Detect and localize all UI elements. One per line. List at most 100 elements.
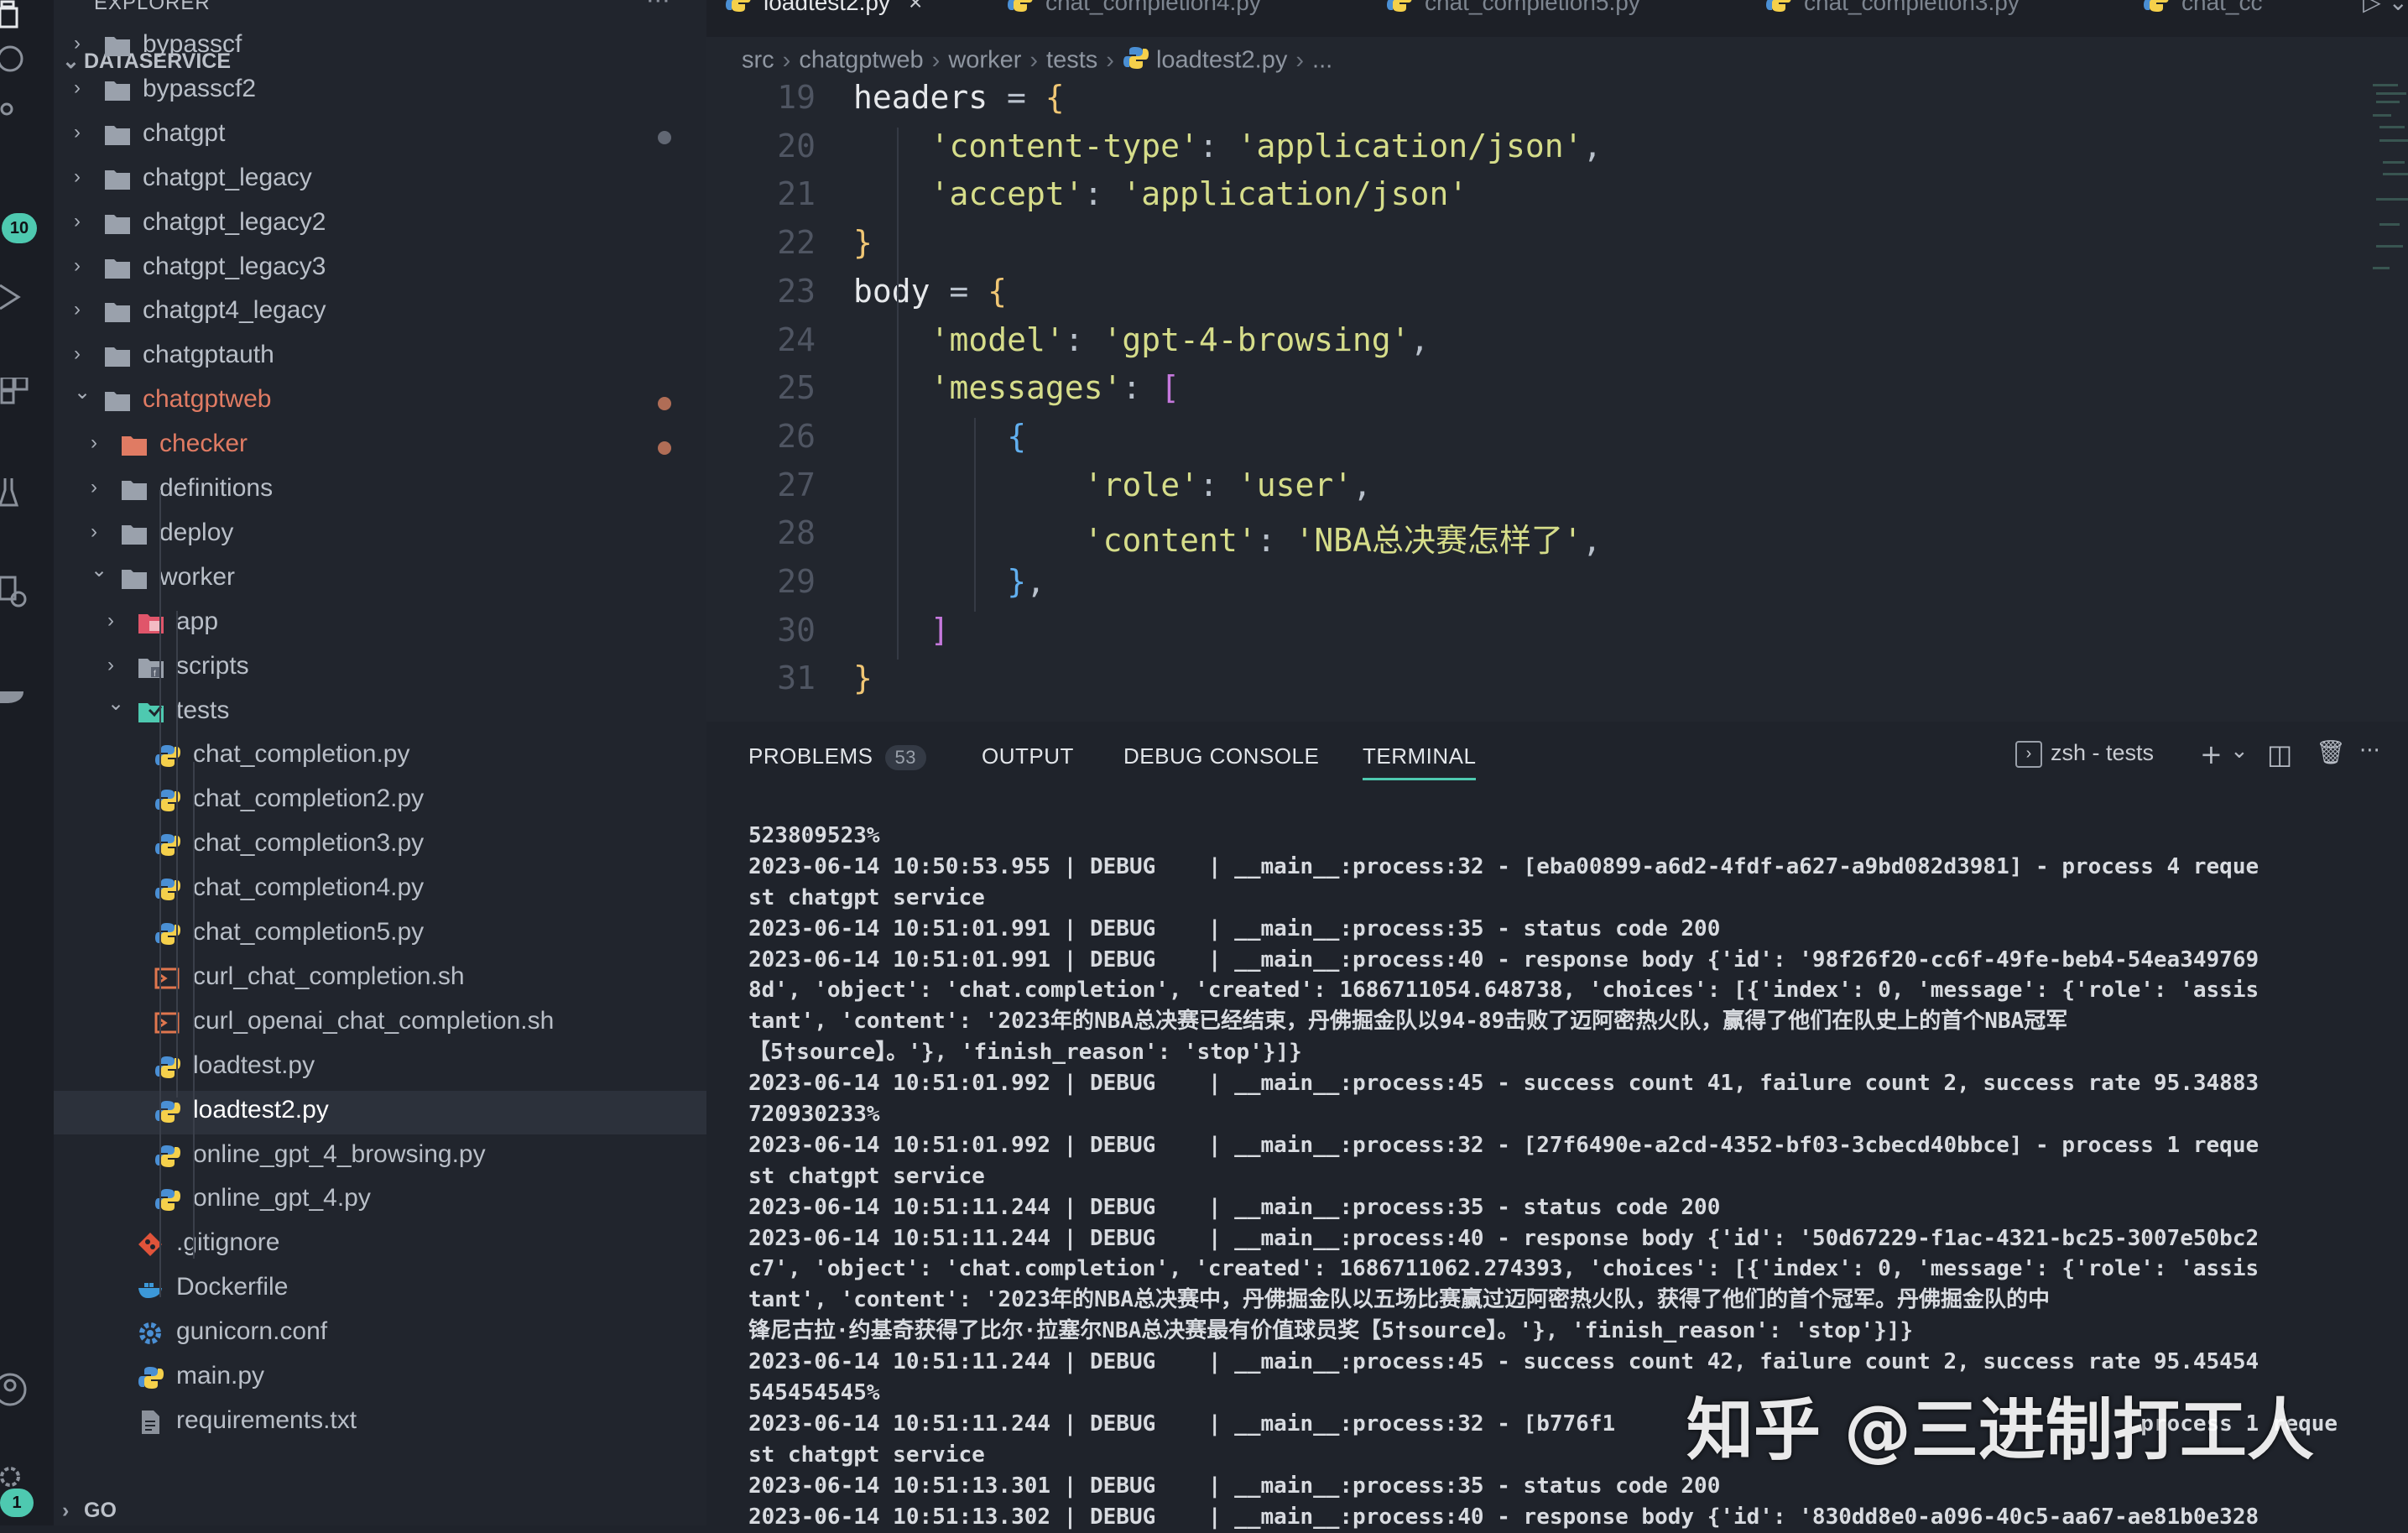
breadcrumb-item[interactable]: src [742,47,774,74]
file-item[interactable]: chat_completion.py [54,735,706,779]
file-item[interactable]: main.py [54,1357,706,1400]
tab-loadtest2[interactable]: loadtest2.py × [725,0,922,37]
terminal-line: 2023-06-14 10:51:11.244 | DEBUG | __main… [748,1194,1721,1220]
file-item[interactable]: Dockerfile [54,1268,706,1311]
code-text: 'model': 'gpt-4-browsing', [930,321,1430,358]
folder-item[interactable]: › chatgpt [54,114,706,158]
remote-explorer-icon[interactable] [0,576,34,609]
search-icon[interactable] [0,44,34,77]
folder-item[interactable]: › chatgptauth [54,336,706,379]
folder-item[interactable]: › definitions [54,469,706,513]
folder-item[interactable]: ⌄ worker [54,558,706,602]
folder-item[interactable]: › chatgpt_legacy2 [54,203,706,247]
split-terminal-icon[interactable]: ◫ [2267,738,2292,770]
tab-debug-console[interactable]: DEBUG CONSOLE [1123,743,1319,769]
chevron-right-icon: › [91,476,97,498]
editor-tab[interactable]: chat_completion5.py [1386,0,1640,37]
terminal-line: 2023-06-14 10:51:01.992 | DEBUG | __main… [748,1132,2259,1158]
file-item[interactable]: chat_completion4.py [54,868,706,912]
file-item[interactable]: requirements.txt [54,1401,706,1445]
tab-output[interactable]: OUTPUT [982,743,1074,769]
tree-item-label: chatgptweb [143,385,272,414]
file-item[interactable]: loadtest.py [54,1046,706,1090]
editor-tab[interactable]: chat_completion4.py [1007,0,1261,37]
chevron-right-icon: › [74,209,81,232]
folder-icon [104,300,131,325]
line-number: 23 [777,272,816,310]
terminal-line: 720930233% [748,1102,880,1128]
terminal-dropdown-icon[interactable]: ⌄ [2230,738,2249,764]
folder-item[interactable]: › deploy [54,514,706,557]
code-token: } [853,224,873,262]
folder-item[interactable]: › bypasscf2 [54,70,706,113]
source-control-icon[interactable] [0,102,34,136]
accounts-icon[interactable] [0,1373,34,1406]
breadcrumb-item[interactable]: loadtest2.py [1156,47,1287,74]
file-item[interactable]: online_gpt_4_browsing.py [54,1135,706,1179]
terminal-line: 2023-06-14 10:51:01.991 | DEBUG | __main… [748,946,2259,972]
file-item[interactable]: chat_completion2.py [54,780,706,823]
tree-item-label: chatgpt [143,118,226,147]
folder-item[interactable]: › checker [54,425,706,468]
tree-item-label: chat_completion.py [193,740,410,769]
new-terminal-icon[interactable]: + [2200,738,2223,770]
file-item[interactable]: curl_chat_completion.sh [54,957,706,1001]
terminal-selector[interactable]: › zsh - tests [2015,740,2154,768]
close-icon[interactable]: × [909,0,922,15]
editor-tab[interactable]: chat_cc [2143,0,2263,37]
breadcrumb-separator-icon: › [782,46,791,74]
run-file-icon[interactable]: ▷ ⌄ [2363,0,2408,16]
go-section-header[interactable]: › GO [62,1499,117,1523]
code-token: ] [930,611,950,649]
folder-item[interactable]: › app [54,602,706,646]
breadcrumb-item[interactable]: chatgptweb [799,47,923,74]
tab-problems[interactable]: PROBLEMS 53 [748,743,926,770]
breadcrumb-separator-icon: › [1106,46,1114,74]
folder-item[interactable]: › chatgpt_legacy3 [54,248,706,291]
folder-icon [121,433,148,458]
editor-tab[interactable]: chat_completion3.py [1765,0,2020,37]
extensions-icon[interactable] [0,376,34,411]
terminal-line: 【5†source】。'}, 'finish_reason': 'stop'}]… [748,1040,1302,1066]
explorer-more-icon[interactable]: ··· [646,0,670,16]
breadcrumb-item[interactable]: worker [948,47,1021,74]
file-item[interactable]: curl_openai_chat_completion.sh [54,1002,706,1045]
code-text: 'role': 'user', [1084,467,1372,503]
tab-terminal[interactable]: TERMINAL [1363,743,1477,780]
file-item[interactable]: chat_completion3.py [54,824,706,868]
kill-terminal-icon[interactable]: 🗑 [2316,738,2346,766]
explorer-icon[interactable] [0,0,34,34]
chevron-down-icon: ⌄ [74,381,91,404]
testing-flask-icon[interactable] [0,477,34,510]
docker-icon[interactable] [0,676,34,710]
file-item[interactable]: chat_completion5.py [54,913,706,957]
chevron-right-icon: › [74,164,81,188]
minimap[interactable] [2368,81,2408,282]
code-text: ] [930,612,950,649]
config-file-icon [138,1321,164,1346]
folder-item[interactable]: ⌄ tests [54,691,706,735]
folder-item[interactable]: › chatgpt4_legacy [54,291,706,335]
folder-item[interactable]: › f scripts [54,647,706,691]
terminal-line: 2023-06-14 10:51:11.244 | DEBUG | __main… [748,1349,2259,1375]
editor-actions[interactable]: ▷ ⌄ [2348,0,2408,37]
chevron-right-icon: › [91,431,97,455]
folder-item[interactable]: ⌄ chatgptweb [54,380,706,424]
run-debug-icon[interactable] [0,282,34,315]
file-item[interactable]: online_gpt_4.py [54,1179,706,1223]
file-item[interactable]: .gitignore [54,1223,706,1267]
breadcrumb-item[interactable]: tests [1046,47,1097,74]
tree-item-label: curl_chat_completion.sh [193,962,465,990]
breadcrumb-item[interactable]: ... [1312,47,1332,74]
folder-icon [121,477,148,503]
file-item[interactable]: loadtest2.py [54,1090,706,1134]
code-token: 'user' [1237,466,1353,503]
panel-more-icon[interactable]: ··· [2359,738,2380,764]
tree-item-label: gunicorn.conf [176,1317,328,1346]
folder-item[interactable]: › chatgpt_legacy [54,159,706,202]
file-item[interactable]: gunicorn.conf [54,1312,706,1356]
code-line: 30] [706,612,2351,660]
tree-item-label: worker [159,562,236,591]
python-file-icon [1386,0,1413,19]
folder-item[interactable]: › bypasscf [54,25,706,69]
